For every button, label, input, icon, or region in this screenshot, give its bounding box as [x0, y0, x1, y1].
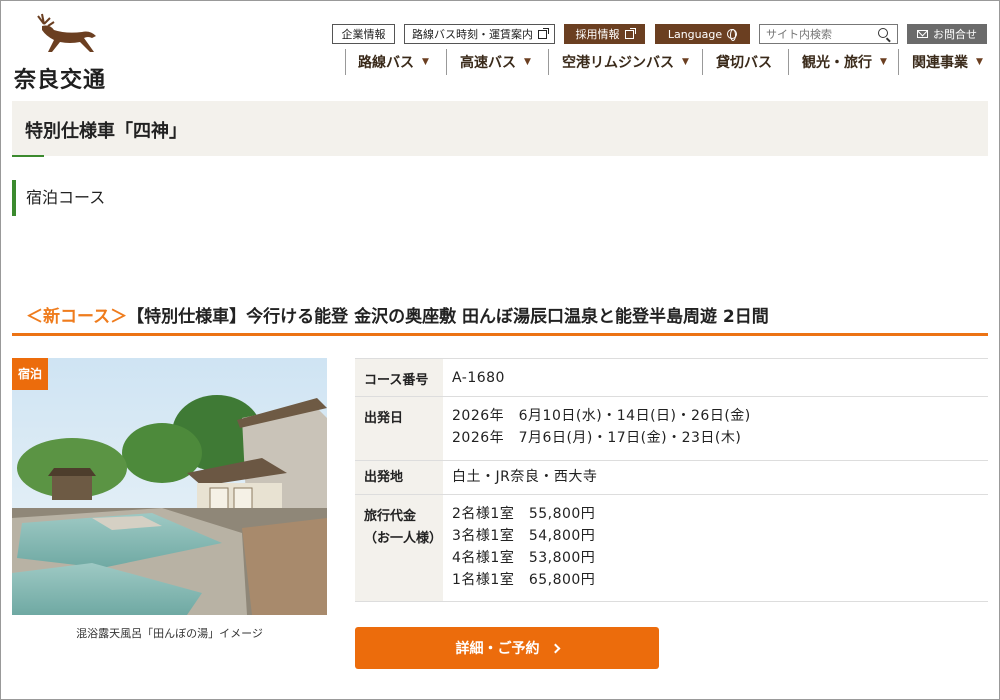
language-label: Language — [667, 27, 723, 41]
nav-divider — [702, 49, 703, 75]
table-row: 出発日 2026年 6月10日(水)・14日(日)・26日(金) 2026年 7… — [355, 397, 988, 461]
nav-highway-bus[interactable]: 高速バス ▼ — [460, 51, 531, 73]
course-info-table: コース番号 A-1680 出発日 2026年 6月10日(水)・14日(日)・2… — [355, 358, 988, 602]
price-values: 2名様1室 55,800円 3名様1室 54,800円 4名様1室 53,800… — [443, 495, 988, 601]
search-icon[interactable] — [878, 28, 888, 38]
caret-down-icon: ▼ — [880, 57, 887, 67]
mail-icon — [917, 30, 928, 38]
course-number-label: コース番号 — [355, 359, 443, 396]
departure-date-label: 出発日 — [355, 397, 443, 460]
departure-dates: 2026年 6月10日(水)・14日(日)・26日(金) 2026年 7月6日(… — [443, 397, 988, 460]
price-line: 1名様1室 65,800円 — [452, 572, 596, 588]
detail-reserve-label: 詳細・ご予約 — [455, 641, 540, 657]
nav-divider — [548, 49, 549, 75]
origin-value: 白土・JR奈良・西大寺 — [452, 469, 598, 485]
deer-logo-icon — [37, 13, 96, 52]
globe-icon — [727, 29, 738, 41]
logo-text: 奈良交通 — [14, 68, 107, 93]
price-line: 3名様1室 54,800円 — [452, 528, 596, 544]
course-title-rule — [12, 333, 988, 336]
nav-divider — [446, 49, 447, 75]
recruit-link[interactable]: 採用情報 — [564, 24, 645, 44]
departure-date-line: 2026年 6月10日(水)・14日(日)・26日(金) — [452, 408, 751, 424]
detail-reserve-button[interactable]: 詳細・ご予約 — [355, 627, 659, 669]
nav-highway-bus-label: 高速バス — [460, 55, 516, 71]
stay-badge: 宿泊 — [12, 358, 48, 390]
title-accent — [12, 155, 44, 157]
price-label-line: 旅行代金 — [364, 509, 417, 524]
course-title: ＜新コース＞【特別仕様車】今行ける能登 金沢の奥座敷 田んぼ湯辰口温泉と能登半島… — [26, 302, 769, 327]
table-row: コース番号 A-1680 — [355, 359, 988, 397]
price-line: 2名様1室 55,800円 — [452, 506, 596, 522]
nav-route-bus-label: 路線バス — [358, 55, 414, 71]
table-row: 出発地 白土・JR奈良・西大寺 — [355, 461, 988, 495]
caret-down-icon: ▼ — [682, 57, 689, 67]
course-number-value: A-1680 — [452, 370, 505, 386]
departure-date-line: 2026年 7月6日(月)・17日(金)・23日(木) — [452, 430, 742, 446]
price-label-line: （お一人様） — [364, 531, 443, 546]
nav-related-label: 関連事業 — [912, 55, 968, 71]
timetable-label: 路線バス時刻・運賃案内 — [412, 28, 533, 41]
nav-tourism-label: 観光・旅行 — [802, 55, 872, 71]
nav-divider — [898, 49, 899, 75]
table-row: 旅行代金 （お一人様） 2名様1室 55,800円 3名様1室 54,800円 … — [355, 495, 988, 602]
nav-route-bus[interactable]: 路線バス ▼ — [358, 51, 429, 73]
nav-charter[interactable]: 貸切バス — [716, 51, 772, 73]
chevron-right-icon — [550, 643, 560, 653]
nav-tourism[interactable]: 観光・旅行 ▼ — [802, 51, 887, 73]
caret-down-icon: ▼ — [976, 57, 983, 67]
nav-airport-limousine[interactable]: 空港リムジンバス ▼ — [562, 51, 689, 73]
nav-airport-limousine-label: 空港リムジンバス — [562, 55, 674, 71]
contact-label: お問合せ — [933, 28, 977, 41]
price-line: 4名様1室 53,800円 — [452, 550, 596, 566]
section-heading: 宿泊コース — [12, 180, 105, 216]
price-label: 旅行代金 （お一人様） — [355, 495, 443, 601]
nav-related[interactable]: 関連事業 ▼ — [912, 51, 983, 73]
recruit-label: 採用情報 — [575, 28, 620, 41]
page-title: 特別仕様車「四神」 — [25, 121, 187, 142]
caret-down-icon: ▼ — [422, 57, 429, 67]
origin-label: 出発地 — [355, 461, 443, 494]
language-button[interactable]: Language — [655, 24, 750, 44]
corporate-info-link[interactable]: 企業情報 — [332, 24, 395, 44]
page-title-band: 特別仕様車「四神」 — [12, 101, 988, 156]
external-link-icon — [624, 27, 636, 39]
new-course-tag: ＜新コース＞ — [26, 307, 128, 327]
caret-down-icon: ▼ — [524, 57, 531, 67]
corporate-info-label: 企業情報 — [341, 28, 386, 41]
course-name: 【特別仕様車】今行ける能登 金沢の奥座敷 田んぼ湯辰口温泉と能登半島周遊 2日間 — [127, 307, 769, 327]
course-photo — [12, 358, 327, 615]
external-link-icon — [538, 27, 549, 39]
nav-divider — [788, 49, 789, 75]
contact-button[interactable]: お問合せ — [907, 24, 987, 44]
nav-divider — [345, 49, 346, 75]
timetable-link[interactable]: 路線バス時刻・運賃案内 — [404, 24, 555, 44]
nav-charter-label: 貸切バス — [716, 55, 772, 71]
photo-caption: 混浴露天風呂「田んぼの湯」イメージ — [76, 627, 263, 640]
site-logo[interactable]: 奈良交通 — [14, 12, 124, 93]
